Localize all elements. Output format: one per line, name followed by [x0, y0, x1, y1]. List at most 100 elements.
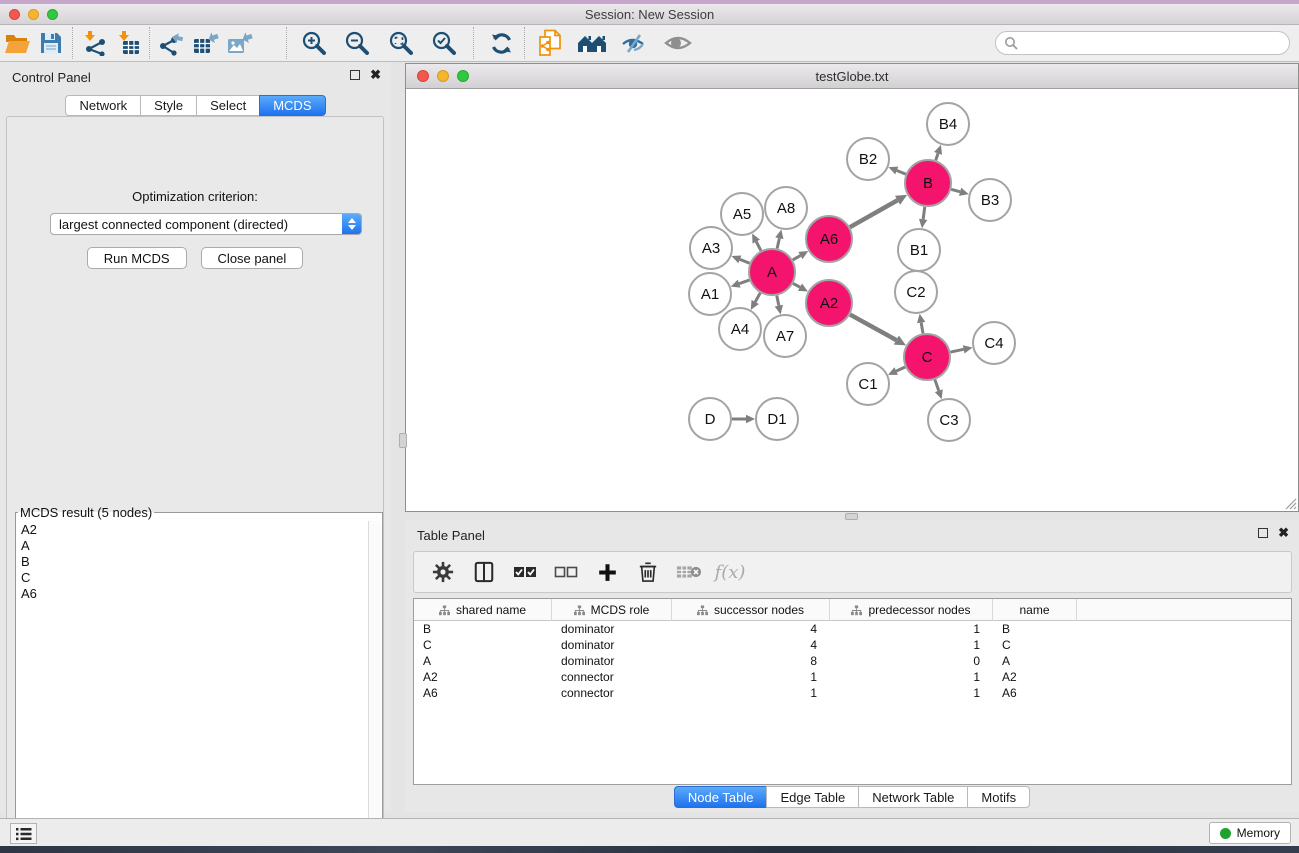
- tab-select[interactable]: Select: [196, 95, 260, 116]
- table-cell-empty: [1077, 653, 1291, 669]
- delete-column-icon[interactable]: [635, 561, 661, 583]
- memory-button[interactable]: Memory: [1209, 822, 1291, 844]
- zoom-selected-button[interactable]: [427, 27, 461, 59]
- export-table-button[interactable]: [188, 27, 222, 59]
- tab-style[interactable]: Style: [140, 95, 197, 116]
- column-header-MCDS-role[interactable]: MCDS role: [552, 599, 672, 621]
- graph-edge-C-C3[interactable]: [935, 380, 939, 391]
- control-panel: Control Panel ✖ NetworkStyleSelectMCDS O…: [0, 62, 391, 812]
- toolbar-separator: [149, 27, 150, 59]
- memory-status-dot: [1220, 828, 1231, 839]
- graph-edge-A6-B[interactable]: [850, 200, 898, 227]
- graph-edge-A-A3[interactable]: [740, 259, 750, 263]
- graph-edge-A-A8[interactable]: [777, 238, 779, 248]
- search-field[interactable]: [995, 31, 1290, 55]
- network-graph[interactable]: B4B2BB3A5A8A6A3B1AA1C2A2A4A7C4CC1C3DD1: [406, 90, 1298, 512]
- float-panel-icon[interactable]: [350, 70, 360, 80]
- table-close-panel-icon[interactable]: ✖: [1278, 528, 1289, 538]
- minimize-traffic-light[interactable]: [28, 9, 39, 20]
- home-views-button[interactable]: [575, 27, 609, 59]
- deselect-all-columns-icon[interactable]: [553, 565, 579, 579]
- tab-network[interactable]: Network: [65, 95, 141, 116]
- save-session-button[interactable]: [34, 27, 68, 59]
- graph-node-label: C3: [939, 412, 958, 429]
- zoom-traffic-light[interactable]: [47, 9, 58, 20]
- mcds-result-item[interactable]: A: [18, 538, 366, 554]
- graph-edge-A-A5[interactable]: [756, 242, 761, 251]
- result-scrollbar[interactable]: [368, 521, 381, 843]
- column-header-label: successor nodes: [714, 603, 804, 617]
- column-header-predecessor-nodes[interactable]: predecessor nodes: [830, 599, 993, 621]
- mcds-result-item[interactable]: A2: [18, 522, 366, 538]
- select-all-columns-icon[interactable]: [512, 565, 538, 579]
- table-cell: B: [993, 621, 1077, 637]
- table-cell-empty: [1077, 685, 1291, 701]
- dropdown-selected-value: largest connected component (directed): [51, 217, 342, 232]
- column-header-name[interactable]: name: [993, 599, 1077, 621]
- graph-node-label: C1: [858, 376, 877, 393]
- graph-edge-B-B4[interactable]: [936, 153, 938, 160]
- task-history-button[interactable]: [10, 823, 37, 844]
- session-details-button[interactable]: [533, 27, 567, 59]
- graph-edge-C-C1[interactable]: [896, 367, 905, 371]
- table-row[interactable]: Bdominator41B: [414, 621, 1291, 637]
- table-row[interactable]: Cdominator41C: [414, 637, 1291, 653]
- table-cell: 1: [672, 685, 830, 701]
- add-column-icon[interactable]: [594, 562, 620, 583]
- table-tab-node-table[interactable]: Node Table: [674, 786, 768, 808]
- import-network-button[interactable]: [77, 27, 111, 59]
- graph-edge-A-A4[interactable]: [755, 293, 760, 302]
- table-row[interactable]: A2connector11A2: [414, 669, 1291, 685]
- tab-mcds[interactable]: MCDS: [259, 95, 325, 116]
- export-image-button[interactable]: [222, 27, 256, 59]
- graph-edge-A2-C[interactable]: [850, 315, 896, 341]
- graph-edge-A-A1[interactable]: [739, 280, 749, 284]
- graph-edge-A-A6[interactable]: [793, 256, 801, 260]
- graph-edge-A-A7[interactable]: [777, 296, 779, 306]
- zoom-out-icon: [344, 30, 370, 56]
- search-input[interactable]: [1018, 33, 1289, 53]
- column-manager-icon[interactable]: [471, 561, 497, 583]
- graph-edge-A-A2[interactable]: [793, 283, 800, 287]
- delete-table-icon: [676, 564, 702, 580]
- graph-edge-B-B2[interactable]: [897, 171, 906, 175]
- zoom-out-button[interactable]: [340, 27, 374, 59]
- column-header-shared-name[interactable]: shared name: [414, 599, 552, 621]
- table-tab-edge-table[interactable]: Edge Table: [766, 786, 859, 808]
- settings-gear-icon[interactable]: [430, 561, 456, 583]
- network-vertical-scrollbar[interactable]: [399, 433, 407, 448]
- graph-edge-B-B1[interactable]: [923, 207, 925, 219]
- close-traffic-light[interactable]: [9, 9, 20, 20]
- export-network-button[interactable]: [154, 27, 188, 59]
- graph-edge-C-C4[interactable]: [950, 349, 963, 352]
- import-table-button[interactable]: [111, 27, 145, 59]
- mcds-result-item[interactable]: C: [18, 570, 366, 586]
- table-row[interactable]: A6connector11A6: [414, 685, 1291, 701]
- mcds-result-item[interactable]: A6: [18, 586, 366, 602]
- optimization-criterion-dropdown[interactable]: largest connected component (directed): [50, 213, 362, 235]
- graph-node-label: C: [922, 349, 933, 366]
- toolbar-separator: [286, 27, 287, 59]
- hide-selected-button[interactable]: [617, 27, 651, 59]
- run-mcds-button[interactable]: Run MCDS: [87, 247, 187, 269]
- table-cell: 1: [830, 637, 993, 653]
- close-panel-button[interactable]: Close panel: [201, 247, 304, 269]
- table-panel-header: Table Panel ✖: [405, 520, 1299, 550]
- window-resize-grip[interactable]: [1284, 497, 1297, 510]
- table-row[interactable]: Adominator80A: [414, 653, 1291, 669]
- column-header-successor-nodes[interactable]: successor nodes: [672, 599, 830, 621]
- graph-edge-B-B3[interactable]: [951, 189, 960, 191]
- zoom-fit-button[interactable]: [384, 27, 418, 59]
- zoom-in-button[interactable]: [297, 27, 331, 59]
- mcds-result-item[interactable]: B: [18, 554, 366, 570]
- open-file-button[interactable]: [0, 27, 34, 59]
- main-toolbar: [0, 25, 1299, 62]
- table-float-panel-icon[interactable]: [1258, 528, 1268, 538]
- graph-edge-C-C2[interactable]: [921, 323, 923, 334]
- table-tab-network-table[interactable]: Network Table: [858, 786, 968, 808]
- close-panel-icon[interactable]: ✖: [370, 70, 381, 80]
- refresh-view-button[interactable]: [484, 27, 518, 59]
- network-horizontal-scrollbar[interactable]: [845, 513, 858, 520]
- table-cell: 1: [672, 669, 830, 685]
- table-tab-motifs[interactable]: Motifs: [967, 786, 1030, 808]
